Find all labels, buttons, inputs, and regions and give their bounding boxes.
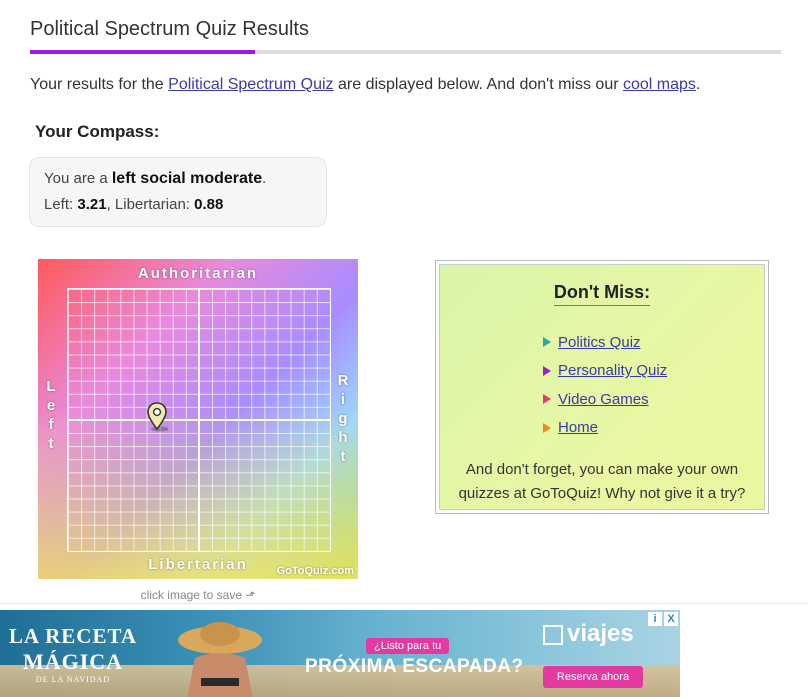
dont-miss-title: Don't Miss: <box>440 282 764 306</box>
ad-cta-button[interactable]: Reserva ahora <box>543 666 643 688</box>
political-compass-image[interactable]: Authoritarian Libertarian Left Right GoT… <box>38 259 358 579</box>
map-pin-icon <box>147 402 168 432</box>
compass-heading: Your Compass: <box>35 122 160 141</box>
triangle-bullet-icon <box>543 394 551 405</box>
video-games-link[interactable]: Video Games <box>558 391 649 408</box>
axis-label-right: Right <box>337 372 351 465</box>
ad-info-icon[interactable]: i <box>648 612 662 626</box>
triangle-bullet-icon <box>543 337 551 348</box>
title-underline <box>30 50 781 54</box>
intro-prefix: Your results for the <box>30 76 169 93</box>
left-label: Left: <box>44 196 78 213</box>
ad-logo-text: viajes <box>567 620 634 647</box>
dont-miss-panel: Don't Miss: Politics Quiz Personality Qu… <box>439 264 765 510</box>
ad-tag: ¿Listo para tu <box>366 638 450 654</box>
dont-miss-list: Politics Quiz Personality Quiz Video Gam… <box>543 328 667 442</box>
ad-headline: PRÓXIMA ESCAPADA? <box>305 656 524 677</box>
politics-quiz-link[interactable]: Politics Quiz <box>558 334 641 351</box>
horizontal-axis <box>68 419 330 421</box>
list-item: Personality Quiz <box>543 357 667 386</box>
home-link[interactable]: Home <box>558 419 598 436</box>
page-title: Political Spectrum Quiz Results <box>30 18 309 40</box>
ad-brand-line2: MÁGICA <box>22 649 124 674</box>
axis-label-left: Left <box>46 378 58 452</box>
ad-woman-hat-image <box>178 622 262 697</box>
triangle-bullet-icon <box>543 422 551 433</box>
result-value: left social moderate <box>111 170 263 187</box>
advertisement-banner[interactable]: LA RECETA MÁGICA DE LA NAVIDAD ¿Listo pa… <box>0 610 680 697</box>
libertarian-label: Libertarian: <box>114 196 195 213</box>
intro-suffix: . <box>695 76 701 93</box>
compass-grid <box>67 288 331 552</box>
ad-controls: i X <box>648 612 678 626</box>
intro-text: Your results for the Political Spectrum … <box>30 76 700 94</box>
result-prefix: You are a <box>44 170 112 187</box>
ad-divider <box>0 603 808 604</box>
intro-middle: are displayed below. And don't miss our <box>333 76 623 93</box>
ad-brand-line3: DE LA NAVIDAD <box>35 675 111 684</box>
left-score: 3.21 <box>77 196 107 213</box>
list-item: Home <box>543 414 667 443</box>
score-separator: , <box>106 196 115 213</box>
libertarian-score: 0.88 <box>194 196 224 213</box>
dont-miss-footer: And don't forget, you can make your own … <box>458 461 746 502</box>
title-underline-accent <box>30 50 255 54</box>
result-box: You are a left social moderate. Left: 3.… <box>29 157 327 227</box>
score-line: Left: 3.21, Libertarian: 0.88 <box>44 196 312 213</box>
click-to-save-caption[interactable]: click image to save ⬏ <box>38 588 358 602</box>
list-item: Video Games <box>543 385 667 414</box>
ad-brand: LA RECETA MÁGICA DE LA NAVIDAD <box>8 624 138 684</box>
gotoquiz-watermark: GoToQuiz.com <box>276 565 354 577</box>
ad-brand-line1: LA RECETA <box>8 624 138 648</box>
result-line: You are a left social moderate. <box>44 170 312 188</box>
dont-miss-box: Don't Miss: Politics Quiz Personality Qu… <box>435 260 769 514</box>
cool-maps-link[interactable]: cool maps <box>623 76 696 93</box>
ad-logo: viajes <box>543 620 634 648</box>
result-suffix: . <box>262 170 267 187</box>
dont-miss-title-text: Don't Miss: <box>553 282 651 306</box>
personality-quiz-link[interactable]: Personality Quiz <box>558 362 667 379</box>
political-spectrum-quiz-link[interactable]: Political Spectrum Quiz <box>168 76 333 93</box>
viajes-logo-icon <box>543 624 563 645</box>
ad-close-icon[interactable]: X <box>664 612 678 626</box>
axis-label-authoritarian: Authoritarian <box>137 265 259 282</box>
list-item: Politics Quiz <box>543 328 667 357</box>
triangle-bullet-icon <box>543 365 551 376</box>
